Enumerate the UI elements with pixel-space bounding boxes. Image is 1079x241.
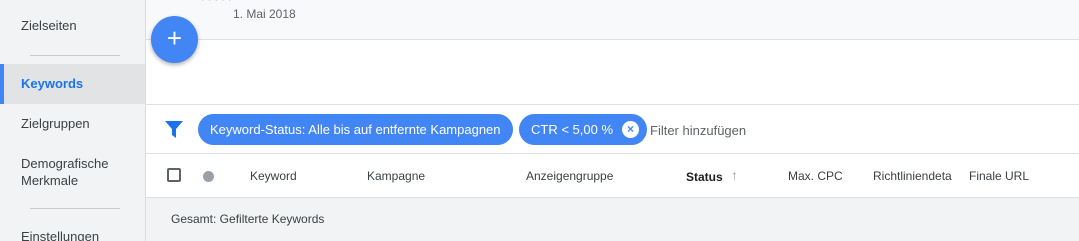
add-filter-input[interactable]: Filter hinzufügen [650,123,746,138]
column-anzeigengruppe[interactable]: Anzeigengruppe [526,169,613,183]
filter-bar: Keyword-Status: Alle bis auf entfernte K… [146,104,1079,154]
filter-chip-label: CTR < 5,00 % [531,122,614,137]
truncated-label: · · · · · [201,0,232,6]
column-status[interactable]: Status [686,170,723,184]
table-header: Keyword Kampagne Anzeigengruppe Status ↑… [146,154,1079,198]
column-kampagne[interactable]: Kampagne [367,169,425,183]
sidebar: Zielseiten Keywords Zielgruppen Demograf… [0,0,146,241]
main-content: · · · · · 1. Mai 2018 + Keyword-Status: … [146,0,1079,241]
total-row: Gesamt: Gefilterte Keywords [146,198,1079,241]
filter-chip-ctr[interactable]: CTR < 5,00 % × [519,114,648,145]
sidebar-item-einstellungen[interactable]: Einstellungen [0,229,145,241]
date-label: 1. Mai 2018 [233,7,296,21]
column-keyword[interactable]: Keyword [250,169,297,183]
sort-ascending-icon[interactable]: ↑ [731,167,738,183]
filter-chip-label: Keyword-Status: Alle bis auf entfernte K… [210,122,501,137]
filter-icon[interactable] [165,121,183,138]
total-label: Gesamt: Gefilterte Keywords [171,212,325,226]
sidebar-item-zielseiten[interactable]: Zielseiten [0,18,145,33]
overview-band: · · · · · 1. Mai 2018 [146,0,1079,40]
sidebar-item-keywords[interactable]: Keywords [0,64,145,104]
select-all-checkbox[interactable] [167,168,181,182]
column-max-cpc[interactable]: Max. CPC [788,169,843,183]
filter-chip-keyword-status[interactable]: Keyword-Status: Alle bis auf entfernte K… [198,114,513,145]
app-root: Zielseiten Keywords Zielgruppen Demograf… [0,0,1079,241]
column-finale-url[interactable]: Finale URL [969,169,1029,183]
column-richtliniendetails[interactable]: Richtliniendeta [873,169,952,183]
sidebar-divider [30,208,120,209]
add-keyword-button[interactable]: + [151,16,198,63]
status-dot-icon [203,171,214,182]
sidebar-item-demografische-merkmale[interactable]: Demografische Merkmale [0,155,140,189]
plus-icon: + [166,23,183,53]
remove-filter-icon[interactable]: × [622,121,640,138]
sidebar-divider [30,55,120,56]
sidebar-item-zielgruppen[interactable]: Zielgruppen [0,116,145,131]
